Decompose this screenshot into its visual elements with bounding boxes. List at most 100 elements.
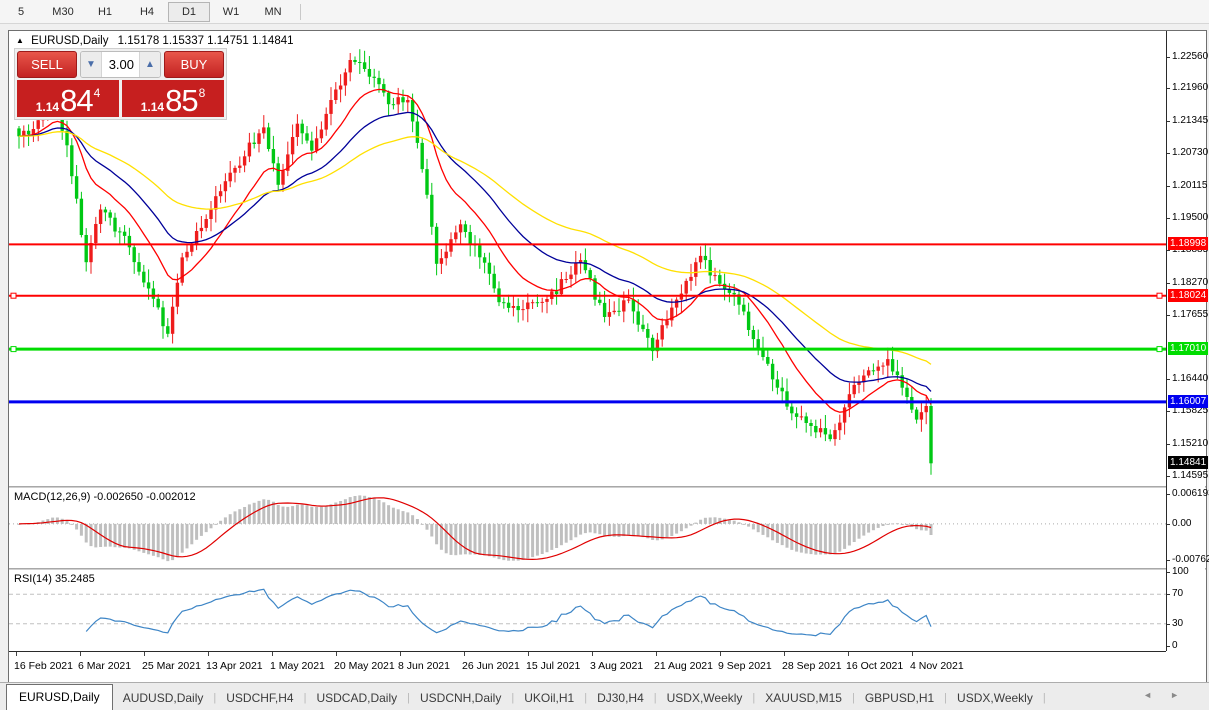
sell-button[interactable]: SELL — [17, 51, 77, 78]
macd-histogram-bar — [493, 524, 496, 558]
macd-tick-label: -0.007621 — [1172, 554, 1209, 565]
macd-histogram-bar — [387, 505, 390, 524]
candle — [99, 204, 102, 233]
candle — [473, 235, 476, 257]
candle — [689, 264, 692, 291]
volume-field[interactable]: 3.00 — [102, 52, 139, 77]
timeframe-button-m30[interactable]: M30 — [42, 2, 84, 22]
timeframe-button-5[interactable]: 5 — [0, 2, 42, 22]
macd-histogram-bar — [258, 501, 261, 524]
candle — [574, 251, 577, 283]
collapse-arrow-icon[interactable]: ▲ — [16, 36, 24, 45]
chart-tab-xauusd-m15[interactable]: XAUUSD,M15 — [755, 687, 852, 710]
candle — [70, 138, 73, 184]
candle — [329, 87, 332, 125]
date-label: 1 May 2021 — [270, 660, 325, 672]
macd-histogram-bar — [718, 518, 721, 524]
candle — [646, 323, 649, 349]
tab-scroll-right-icon[interactable]: ► — [1170, 690, 1197, 700]
chart-tab-usdcnh-daily[interactable]: USDCNH,Daily — [410, 687, 511, 710]
timeframe-toolbar: 5M30H1H4D1W1MN — [0, 0, 1209, 24]
macd-histogram-bar — [675, 524, 678, 534]
candle — [531, 300, 534, 310]
chart-tab-gbpusd-h1[interactable]: GBPUSD,H1 — [855, 687, 944, 710]
price-tick-label: 1.14595 — [1172, 470, 1208, 481]
candle — [920, 401, 923, 432]
macd-histogram-bar — [171, 524, 174, 560]
macd-histogram-bar — [474, 524, 477, 555]
candle — [238, 157, 241, 173]
macd-histogram-bar — [186, 524, 189, 549]
candle — [166, 318, 169, 337]
rsi-line — [86, 589, 931, 635]
chart-tab-dj30-h4[interactable]: DJ30,H4 — [587, 687, 654, 710]
toolbar-separator — [300, 4, 301, 20]
chart-tab-bar: EURUSD,DailyAUDUSD,Daily|USDCHF,H4|USDCA… — [0, 682, 1209, 710]
candle — [224, 173, 227, 202]
chart-tab-usdx-weekly[interactable]: USDX,Weekly — [657, 687, 753, 710]
macd-histogram-bar — [915, 524, 918, 529]
date-label: 9 Sep 2021 — [718, 660, 772, 672]
date-axis[interactable]: 16 Feb 20216 Mar 202125 Mar 202113 Apr 2… — [9, 651, 1166, 682]
candle — [32, 121, 35, 142]
chart-tab-usdchf-h4[interactable]: USDCHF,H4 — [216, 687, 303, 710]
macd-histogram-bar — [128, 524, 131, 549]
tab-scroll-left-icon[interactable]: ◄ — [1143, 690, 1170, 700]
candle — [569, 266, 572, 288]
chart-tab-audusd-daily[interactable]: AUDUSD,Daily — [113, 687, 214, 710]
timeframe-button-d1[interactable]: D1 — [168, 2, 210, 22]
timeframe-button-mn[interactable]: MN — [252, 2, 294, 22]
volume-decrease-button[interactable]: ▼ — [81, 52, 102, 77]
candle — [185, 245, 188, 261]
chart-tab-eurusd-daily[interactable]: EURUSD,Daily — [6, 684, 113, 710]
timeframe-button-h4[interactable]: H4 — [126, 2, 168, 22]
price-scale[interactable]: 1.225601.219601.213451.207301.201151.195… — [1166, 31, 1205, 651]
buy-price-big: 85 — [165, 87, 197, 114]
chart-tab-ukoil-h1[interactable]: UKOil,H1 — [514, 687, 584, 710]
macd-tick-label: 0.00 — [1172, 518, 1191, 529]
macd-histogram-bar — [85, 524, 88, 543]
line-anchor-handle[interactable] — [11, 293, 16, 298]
candle — [699, 246, 702, 269]
candle — [579, 253, 582, 273]
macd-histogram-bar — [498, 524, 501, 559]
candle — [80, 192, 83, 238]
candle — [757, 330, 760, 356]
macd-histogram-bar — [70, 524, 73, 525]
macd-histogram-bar — [421, 524, 424, 525]
candle — [17, 126, 20, 149]
buy-price-display[interactable]: 1.14 85 8 — [122, 80, 224, 117]
candle — [200, 216, 203, 238]
macd-histogram-bar — [704, 518, 707, 524]
chart-tab-usdx-weekly[interactable]: USDX,Weekly — [947, 687, 1043, 710]
line-anchor-handle[interactable] — [11, 347, 16, 352]
buy-button[interactable]: BUY — [164, 51, 224, 78]
candle — [766, 349, 769, 366]
volume-increase-button[interactable]: ▲ — [139, 52, 160, 77]
candle — [661, 318, 664, 346]
macd-histogram-bar — [752, 524, 755, 530]
rsi-canvas[interactable] — [9, 570, 1166, 650]
candle — [152, 281, 155, 307]
timeframe-button-w1[interactable]: W1 — [210, 2, 252, 22]
price-tick-mark — [1167, 88, 1170, 89]
macd-histogram-bar — [349, 497, 352, 524]
line-anchor-handle[interactable] — [1157, 293, 1162, 298]
macd-histogram-bar — [214, 524, 217, 525]
timeframe-button-h1[interactable]: H1 — [84, 2, 126, 22]
date-label: 15 Jul 2021 — [526, 660, 580, 672]
date-label: 16 Feb 2021 — [14, 660, 73, 672]
price-tick-label: 1.17655 — [1172, 309, 1208, 320]
line-anchor-handle[interactable] — [1157, 347, 1162, 352]
macd-tick-label: 0.006193 — [1172, 488, 1209, 499]
volume-stepper: ▼ 3.00 ▲ — [80, 51, 161, 78]
sell-price-display[interactable]: 1.14 84 4 — [17, 80, 119, 117]
rsi-pane[interactable]: RSI(14) 35.2485 — [9, 570, 1166, 650]
macd-pane[interactable]: MACD(12,26,9) -0.002650 -0.002012 — [9, 488, 1166, 568]
macd-histogram-bar — [882, 524, 885, 526]
chart-tab-usdcad-daily[interactable]: USDCAD,Daily — [306, 687, 407, 710]
candle — [214, 186, 217, 223]
sell-price-prefix: 1.14 — [36, 100, 59, 114]
price-chart-pane[interactable]: ▲ EURUSD,Daily 1.15178 1.15337 1.14751 1… — [9, 31, 1166, 486]
date-label: 4 Nov 2021 — [910, 660, 964, 672]
